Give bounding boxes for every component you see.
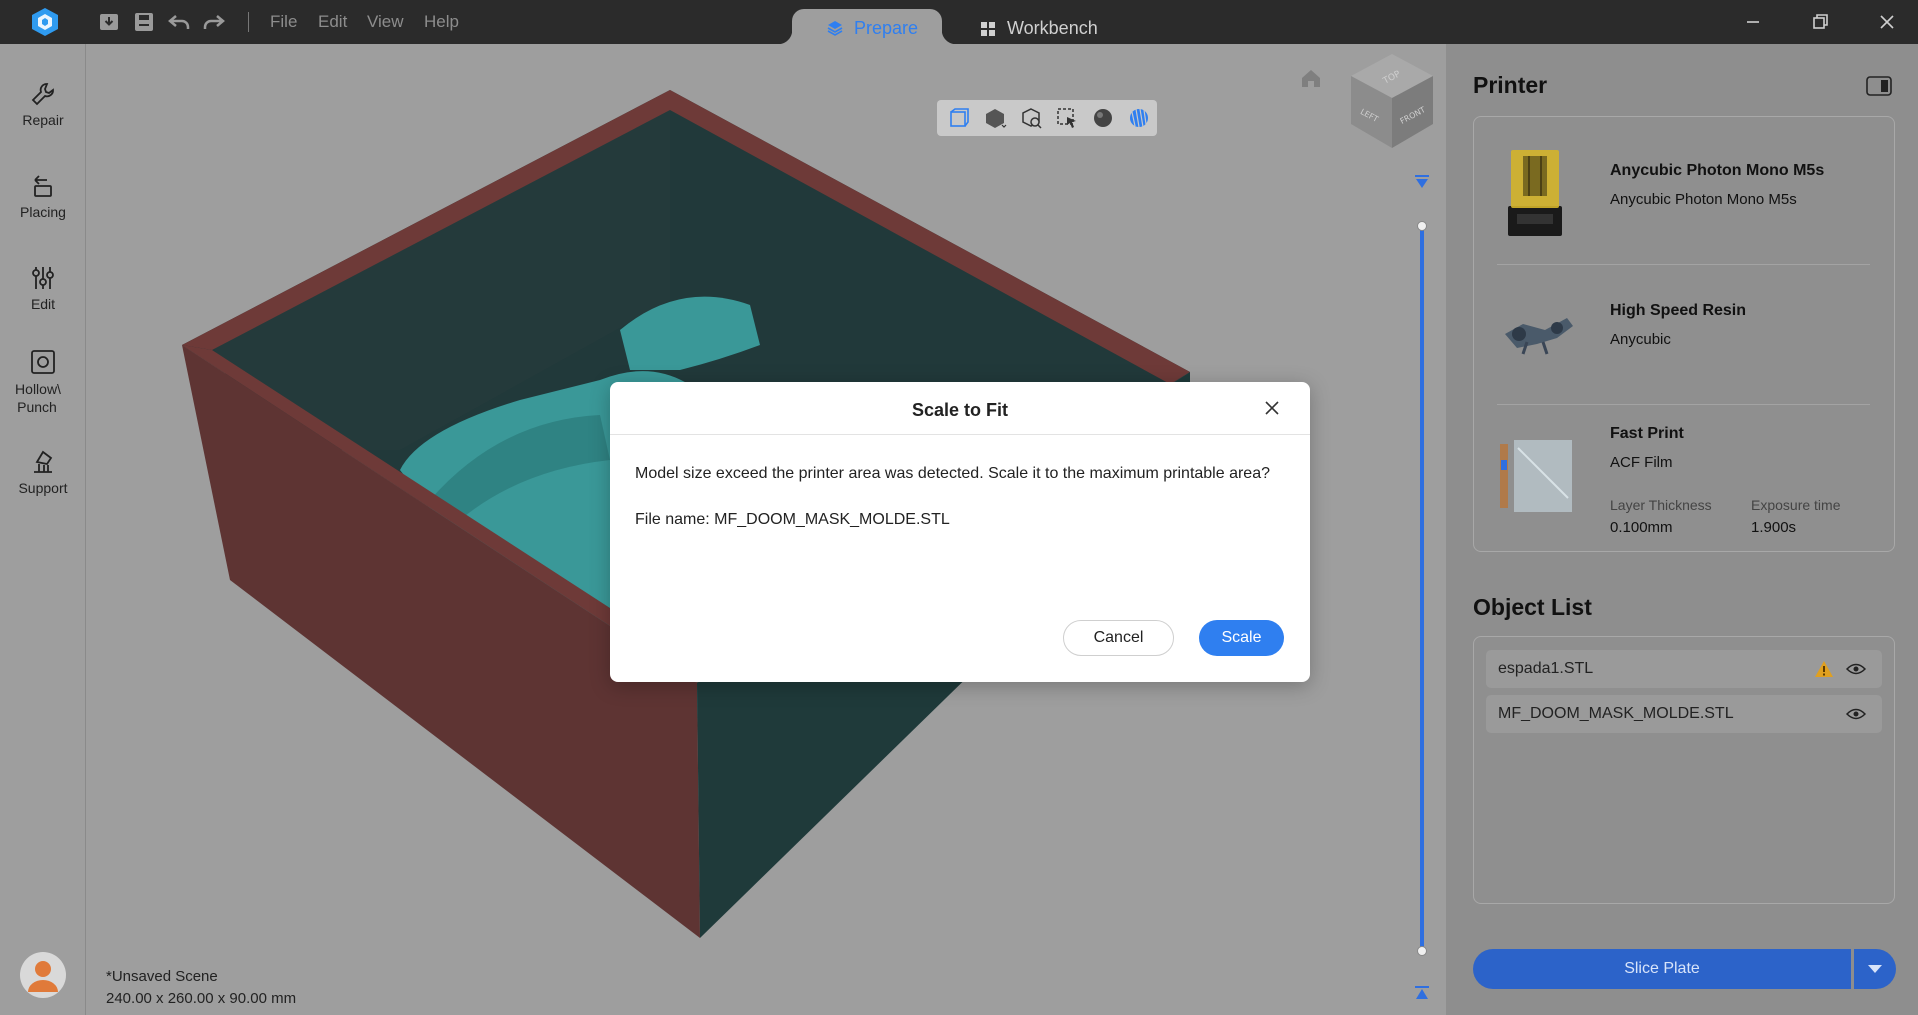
user-avatar-icon xyxy=(28,961,58,992)
support-icon xyxy=(34,450,53,473)
view-toolbar xyxy=(937,100,1157,136)
scene-name: *Unsaved Scene xyxy=(106,968,218,985)
dialog-file-name: File name: MF_DOOM_MASK_MOLDE.STL xyxy=(635,511,950,528)
scene-info: *Unsaved Scene 240.00 x 260.00 x 90.00 m… xyxy=(106,966,296,1010)
layer-thickness-value: 0.100mm xyxy=(1610,519,1673,536)
dialog-message: Model size exceed the printer area was d… xyxy=(635,465,1270,482)
scale-to-fit-dialog: Scale to Fit Model size exceed the print… xyxy=(610,382,1310,682)
panel-toggle-icon[interactable] xyxy=(1866,76,1892,96)
layer-slider-top-handle[interactable] xyxy=(1417,221,1427,231)
tool-support-label: Support xyxy=(18,480,68,496)
menu-view[interactable]: View xyxy=(367,12,404,32)
printer-machine-image[interactable] xyxy=(1505,146,1565,238)
exposure-time-value: 1.900s xyxy=(1751,519,1797,536)
tool-support[interactable]: Support xyxy=(0,448,86,496)
sphere-shading-icon[interactable] xyxy=(1091,106,1115,130)
title-bar: File Edit View Help Prepare Workbench xyxy=(0,0,1918,44)
object-row-doom-mask[interactable]: MF_DOOM_MASK_MOLDE.STL xyxy=(1486,695,1882,733)
close-window-icon[interactable] xyxy=(1875,10,1899,34)
home-view-icon[interactable] xyxy=(1300,67,1322,89)
visibility-eye-icon[interactable] xyxy=(1846,661,1866,677)
view-cube-icon[interactable]: TOP LEFT FRONT xyxy=(1347,52,1437,150)
select-box-icon[interactable] xyxy=(1055,106,1079,130)
menu-help[interactable]: Help xyxy=(424,12,459,32)
resin-name[interactable]: High Speed Resin xyxy=(1610,302,1746,320)
dialog-title: Scale to Fit xyxy=(911,400,1009,420)
resin-brand: Anycubic xyxy=(1610,331,1671,348)
resin-image[interactable] xyxy=(1497,304,1577,358)
redo-icon[interactable] xyxy=(202,10,226,34)
undo-icon[interactable] xyxy=(167,10,191,34)
tab-prepare-label[interactable]: Prepare xyxy=(854,18,918,39)
object-list-title: Object List xyxy=(1473,594,1592,620)
printer-section-title: Printer xyxy=(1473,72,1548,98)
tool-repair[interactable]: Repair xyxy=(0,80,86,128)
layer-top-icon[interactable] xyxy=(1413,984,1431,1002)
layer-slider-bottom-handle[interactable] xyxy=(1417,946,1427,956)
layers-icon xyxy=(827,21,843,36)
perspective-view-icon[interactable] xyxy=(947,106,971,130)
cancel-button[interactable]: Cancel xyxy=(1063,620,1174,656)
exposure-time-label: Exposure time xyxy=(1751,497,1841,513)
save-icon[interactable] xyxy=(132,10,156,34)
app-logo-icon[interactable] xyxy=(30,7,60,37)
tool-edit-label: Edit xyxy=(30,296,56,312)
tab-workbench[interactable]: Workbench xyxy=(1007,18,1098,39)
avatar[interactable] xyxy=(20,952,66,998)
printer-divider-1 xyxy=(1497,264,1870,265)
object-name: MF_DOOM_MASK_MOLDE.STL xyxy=(1498,705,1734,722)
visibility-eye-icon[interactable] xyxy=(1846,706,1866,722)
printer-name[interactable]: Anycubic Photon Mono M5s xyxy=(1610,162,1824,180)
solid-view-icon[interactable] xyxy=(983,106,1007,130)
toolbar-separator xyxy=(248,12,249,32)
layer-slider-track[interactable] xyxy=(1420,224,1424,952)
chevron-down-icon xyxy=(1868,965,1882,973)
restore-icon[interactable] xyxy=(1808,10,1832,34)
tool-placing[interactable]: Placing xyxy=(0,172,86,220)
object-row-espada[interactable]: espada1.STL xyxy=(1486,650,1882,688)
menu-file[interactable]: File xyxy=(270,12,297,32)
object-name: espada1.STL xyxy=(1498,660,1594,677)
hollow-punch-icon xyxy=(31,350,55,374)
left-toolbar: Repair Placing Edit Hollow\ Punch Suppor… xyxy=(0,44,86,1015)
dialog-divider xyxy=(610,434,1310,435)
menu-edit[interactable]: Edit xyxy=(318,12,347,32)
warning-icon[interactable] xyxy=(1814,660,1834,678)
minimize-icon[interactable] xyxy=(1741,10,1765,34)
layer-preview-icon[interactable] xyxy=(1127,106,1151,130)
scale-button[interactable]: Scale xyxy=(1199,620,1284,656)
close-icon[interactable] xyxy=(1262,398,1282,418)
printer-model: Anycubic Photon Mono M5s xyxy=(1610,191,1797,208)
slice-plate-button[interactable]: Slice Plate xyxy=(1473,949,1851,989)
tool-hollow-label: Hollow\ xyxy=(15,381,61,397)
film-image[interactable] xyxy=(1498,438,1576,514)
tool-punch-label: Punch xyxy=(17,399,57,415)
import-icon[interactable] xyxy=(97,10,121,34)
layer-thickness-label: Layer Thickness xyxy=(1610,497,1712,513)
wrench-icon xyxy=(31,83,54,106)
profile-name[interactable]: Fast Print xyxy=(1610,425,1684,443)
tool-edit[interactable]: Edit xyxy=(0,264,86,312)
tool-placing-label: Placing xyxy=(20,204,66,220)
wireframe-search-icon[interactable] xyxy=(1019,106,1043,130)
placing-icon xyxy=(34,175,52,197)
scene-size: 240.00 x 260.00 x 90.00 mm xyxy=(106,990,297,1007)
layer-bottom-icon[interactable] xyxy=(1413,174,1431,192)
tool-hollow-punch[interactable]: Hollow\ Punch xyxy=(0,348,86,416)
grid-icon xyxy=(981,22,995,36)
printer-divider-2 xyxy=(1497,404,1870,405)
tool-repair-label: Repair xyxy=(22,112,64,128)
profile-film: ACF Film xyxy=(1610,454,1673,471)
slice-options-dropdown[interactable] xyxy=(1854,949,1896,989)
sliders-icon xyxy=(32,267,54,289)
